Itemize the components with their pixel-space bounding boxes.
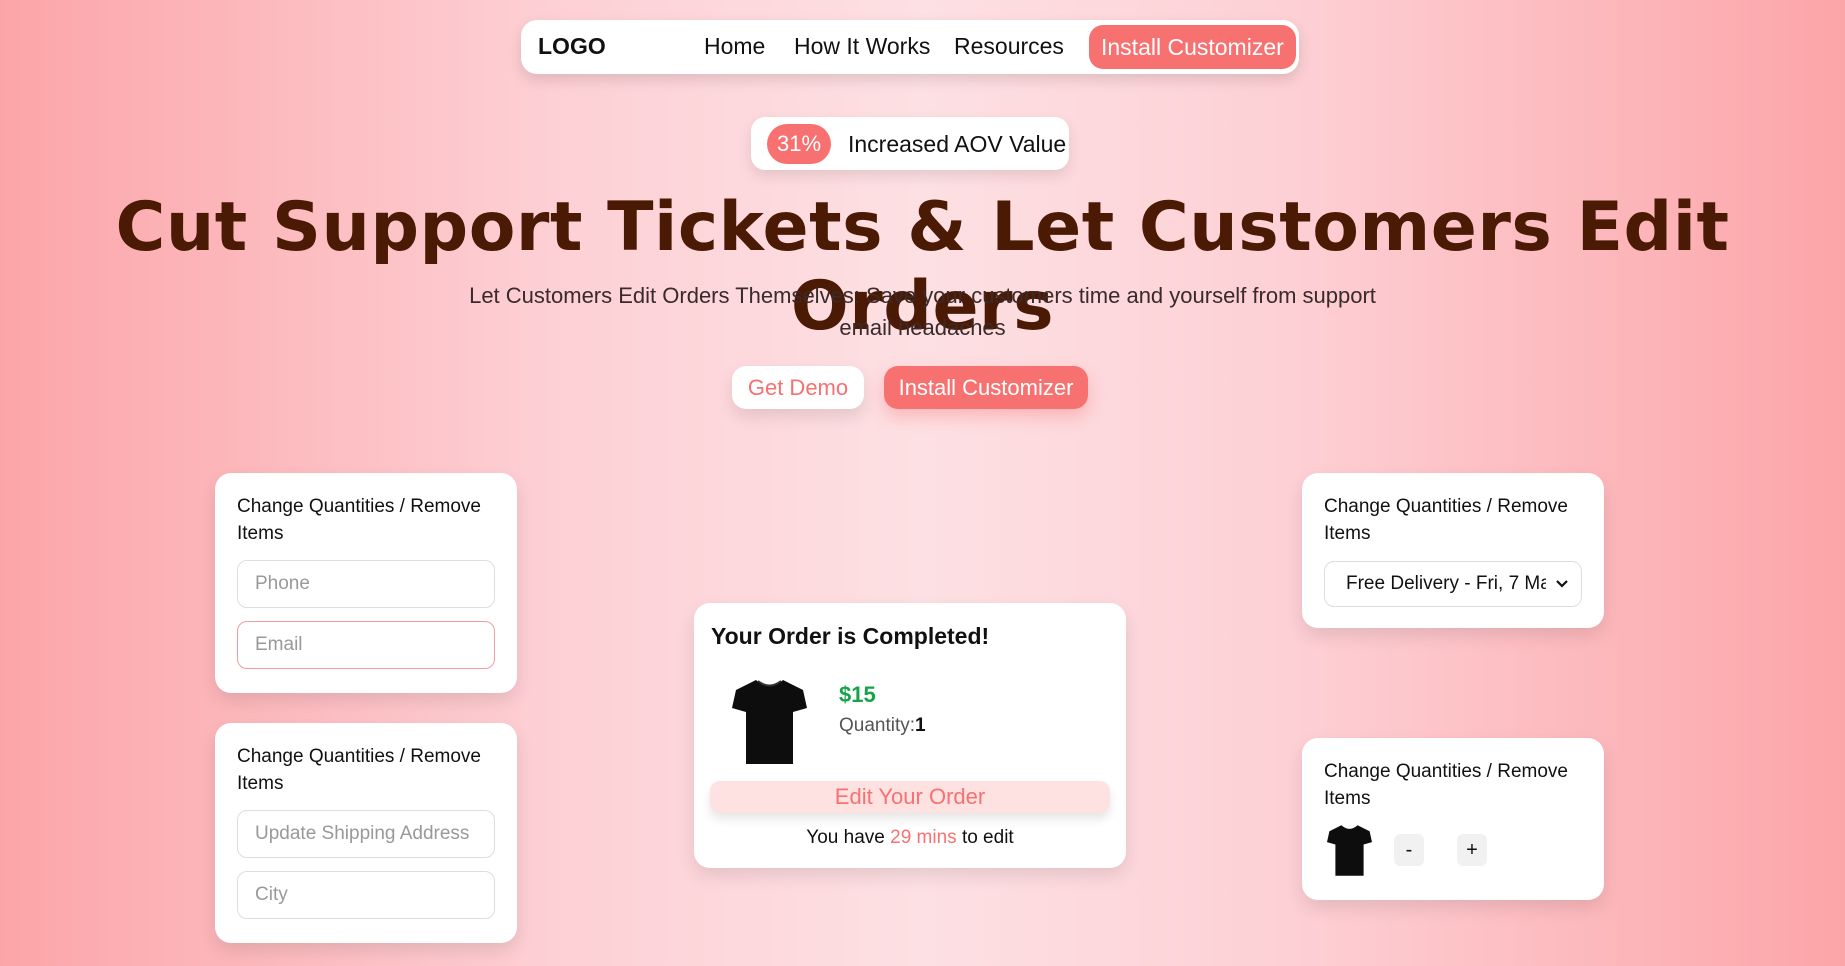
quantity-increment-button[interactable]: + xyxy=(1457,834,1487,866)
email-input[interactable]: Email xyxy=(237,621,495,669)
hero-subtitle: Let Customers Edit Orders Themselves: Sa… xyxy=(469,283,1376,340)
order-price: $15 xyxy=(839,682,876,707)
chevron-down-icon xyxy=(1555,562,1569,606)
address-edit-card: Change Quantities / Remove Items Update … xyxy=(215,723,517,943)
tshirt-icon xyxy=(732,678,807,771)
tshirt-icon xyxy=(1327,824,1372,882)
delivery-selected-option: Free Delivery - Fri, 7 Ma xyxy=(1346,573,1546,594)
card-title: Change Quantities / Remove Items xyxy=(1324,761,1568,809)
delivery-edit-card: Change Quantities / Remove Items Free De… xyxy=(1302,473,1604,628)
nav-link-how-it-works[interactable]: How It Works xyxy=(794,33,930,60)
order-title: Your Order is Completed! xyxy=(711,623,990,649)
contact-edit-card: Change Quantities / Remove Items Phone E… xyxy=(215,473,517,693)
card-title: Change Quantities / Remove Items xyxy=(237,746,481,794)
card-title: Change Quantities / Remove Items xyxy=(1324,496,1568,544)
timer-prefix: You have xyxy=(806,827,885,848)
order-completed-card: Your Order is Completed! $15 Quantity:1 … xyxy=(694,603,1126,868)
phone-input[interactable]: Phone xyxy=(237,560,495,608)
quantity-edit-card: Change Quantities / Remove Items - 2 + xyxy=(1302,738,1604,900)
timer-suffix: to edit xyxy=(961,827,1014,848)
aov-percent-pill: 31% xyxy=(767,124,831,164)
card-title: Change Quantities / Remove Items xyxy=(237,496,481,544)
quantity-value: 1 xyxy=(915,715,926,736)
top-navbar: LOGO Home How It Works Resources Install… xyxy=(521,20,1299,74)
nav-link-home[interactable]: Home xyxy=(704,33,765,60)
hero-install-button[interactable]: Install Customizer xyxy=(884,366,1088,409)
nav-link-resources[interactable]: Resources xyxy=(954,33,1064,60)
delivery-select[interactable]: Free Delivery - Fri, 7 Ma xyxy=(1324,561,1582,607)
timer-remaining: 29 mins xyxy=(890,827,957,848)
get-demo-button[interactable]: Get Demo xyxy=(732,366,864,409)
quantity-decrement-button[interactable]: - xyxy=(1394,834,1424,866)
edit-timer-text: You have 29 mins to edit xyxy=(694,827,1126,849)
shipping-address-input[interactable]: Update Shipping Address xyxy=(237,810,495,858)
order-quantity: Quantity:1 xyxy=(839,715,926,737)
logo[interactable]: LOGO xyxy=(538,33,606,60)
aov-badge: 31% Increased AOV Value xyxy=(751,117,1069,170)
quantity-label: Quantity: xyxy=(839,715,916,736)
city-input[interactable]: City xyxy=(237,871,495,919)
aov-badge-text: Increased AOV Value xyxy=(848,131,1067,157)
nav-install-button[interactable]: Install Customizer xyxy=(1089,25,1296,69)
edit-order-button[interactable]: Edit Your Order xyxy=(710,781,1110,813)
